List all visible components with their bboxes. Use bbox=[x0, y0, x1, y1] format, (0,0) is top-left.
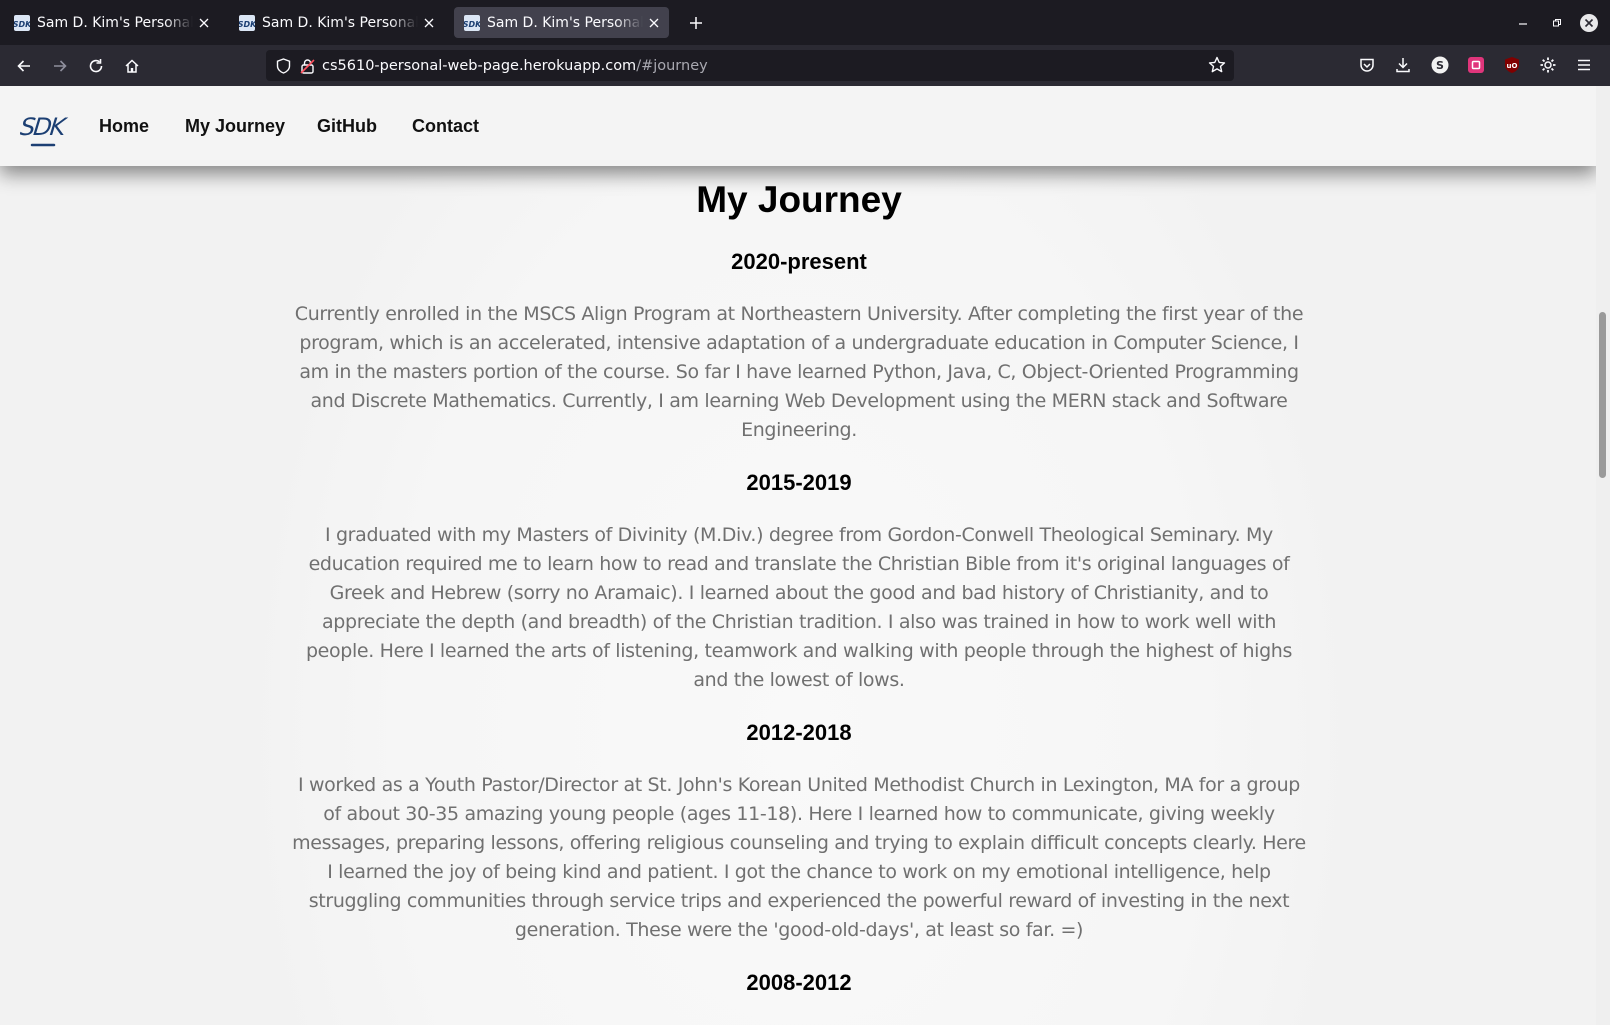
tab-title: Sam D. Kim's Personal Web Page bbox=[487, 14, 643, 31]
bookmark-button[interactable] bbox=[1208, 56, 1226, 78]
page-viewport: SDK Home My Journey GitHub Contact My Jo… bbox=[0, 86, 1610, 1025]
url-path: /#journey bbox=[636, 57, 708, 74]
reload-icon bbox=[89, 59, 103, 73]
sdk-favicon-icon: SDK bbox=[239, 14, 255, 31]
journey-description: I worked as a Youth Pastor/Director at S… bbox=[292, 774, 1306, 941]
download-icon bbox=[1396, 58, 1410, 73]
site-navbar: SDK Home My Journey GitHub Contact bbox=[0, 86, 1596, 166]
scrollbar-thumb[interactable] bbox=[1599, 312, 1606, 478]
sdk-favicon-icon: SDK bbox=[464, 14, 480, 31]
close-window-button[interactable] bbox=[1579, 13, 1599, 33]
ublock-icon: uO bbox=[1505, 57, 1519, 73]
journey-period: 2008-2012 bbox=[746, 970, 852, 995]
ublock-button[interactable]: uO bbox=[1501, 54, 1523, 76]
new-tab-button[interactable] bbox=[686, 13, 706, 33]
forward-button[interactable] bbox=[48, 54, 72, 78]
browser-tab-1[interactable]: SDK Sam D. Kim's Personal Web Page bbox=[4, 7, 219, 38]
address-bar[interactable]: cs5610-personal-web-page.herokuapp.com/#… bbox=[266, 50, 1234, 81]
pink-extension-icon bbox=[1468, 57, 1484, 73]
url-text[interactable]: cs5610-personal-web-page.herokuapp.com/#… bbox=[322, 58, 708, 74]
pocket-button[interactable] bbox=[1356, 54, 1378, 76]
shield-icon[interactable] bbox=[274, 57, 292, 75]
close-icon[interactable] bbox=[645, 14, 663, 32]
journey-description: I graduated with my Masters of Divinity … bbox=[305, 524, 1293, 691]
journey-description: Currently enrolled in the MSCS Align Pro… bbox=[294, 303, 1304, 441]
pocket-icon bbox=[1360, 58, 1374, 72]
nav-contact-link[interactable]: Contact bbox=[412, 116, 479, 137]
extension-pink-button[interactable] bbox=[1465, 54, 1487, 76]
page-scrollbar[interactable] bbox=[1596, 86, 1610, 1025]
browser-tab-2[interactable]: SDK Sam D. Kim's Personal Web Page bbox=[229, 7, 444, 38]
url-host: cs5610-personal-web-page.herokuapp.com bbox=[322, 57, 637, 74]
close-window-icon bbox=[1580, 14, 1598, 32]
home-icon bbox=[125, 59, 139, 73]
minimize-button[interactable] bbox=[1513, 13, 1533, 33]
minimize-icon bbox=[1519, 23, 1527, 25]
page-title: My Journey bbox=[696, 179, 902, 220]
back-button[interactable] bbox=[12, 54, 36, 78]
back-arrow-icon bbox=[17, 60, 30, 72]
sdk-favicon-icon: SDK bbox=[14, 14, 30, 31]
home-button[interactable] bbox=[120, 54, 144, 78]
close-icon[interactable] bbox=[195, 14, 213, 32]
s-extension-icon: S bbox=[1431, 56, 1449, 74]
svg-text:SDK: SDK bbox=[239, 20, 255, 29]
close-icon[interactable] bbox=[420, 14, 438, 32]
svg-text:SDK: SDK bbox=[464, 20, 480, 29]
downloads-button[interactable] bbox=[1392, 54, 1414, 76]
gear-extension-icon bbox=[1540, 57, 1556, 73]
nav-home-link[interactable]: Home bbox=[99, 116, 149, 137]
hamburger-menu-icon bbox=[1578, 59, 1590, 71]
journey-period: 2012-2018 bbox=[746, 720, 852, 745]
star-icon bbox=[1208, 56, 1226, 73]
restore-button[interactable] bbox=[1547, 13, 1567, 33]
nav-github-link[interactable]: GitHub bbox=[317, 116, 377, 137]
journey-period: 2020-present bbox=[731, 249, 867, 274]
restore-icon bbox=[1553, 19, 1561, 27]
svg-text:uO: uO bbox=[1507, 62, 1518, 70]
browser-tab-3-active[interactable]: SDK Sam D. Kim's Personal Web Page bbox=[454, 7, 669, 38]
journey-period: 2015-2019 bbox=[746, 470, 852, 495]
tab-strip: SDK Sam D. Kim's Personal Web Page SDK S… bbox=[0, 0, 1610, 45]
plus-icon bbox=[690, 17, 702, 29]
svg-text:S: S bbox=[1436, 59, 1444, 72]
forward-arrow-icon bbox=[54, 60, 67, 72]
lock-icon[interactable] bbox=[298, 57, 316, 75]
navigation-toolbar: cs5610-personal-web-page.herokuapp.com/#… bbox=[0, 45, 1610, 86]
menu-button[interactable] bbox=[1573, 54, 1595, 76]
journey-section: My Journey 2020-present Currently enroll… bbox=[290, 178, 1308, 1021]
svg-text:SDK: SDK bbox=[14, 20, 30, 29]
extension-gear-button[interactable] bbox=[1537, 54, 1559, 76]
tab-title: Sam D. Kim's Personal Web Page bbox=[37, 14, 193, 31]
sdk-logo[interactable]: SDK bbox=[20, 108, 70, 148]
nav-my-journey-link[interactable]: My Journey bbox=[185, 116, 285, 137]
extension-s-button[interactable]: S bbox=[1429, 54, 1451, 76]
logo-text: SDK bbox=[20, 113, 69, 141]
reload-button[interactable] bbox=[84, 54, 108, 78]
tab-title: Sam D. Kim's Personal Web Page bbox=[262, 14, 418, 31]
